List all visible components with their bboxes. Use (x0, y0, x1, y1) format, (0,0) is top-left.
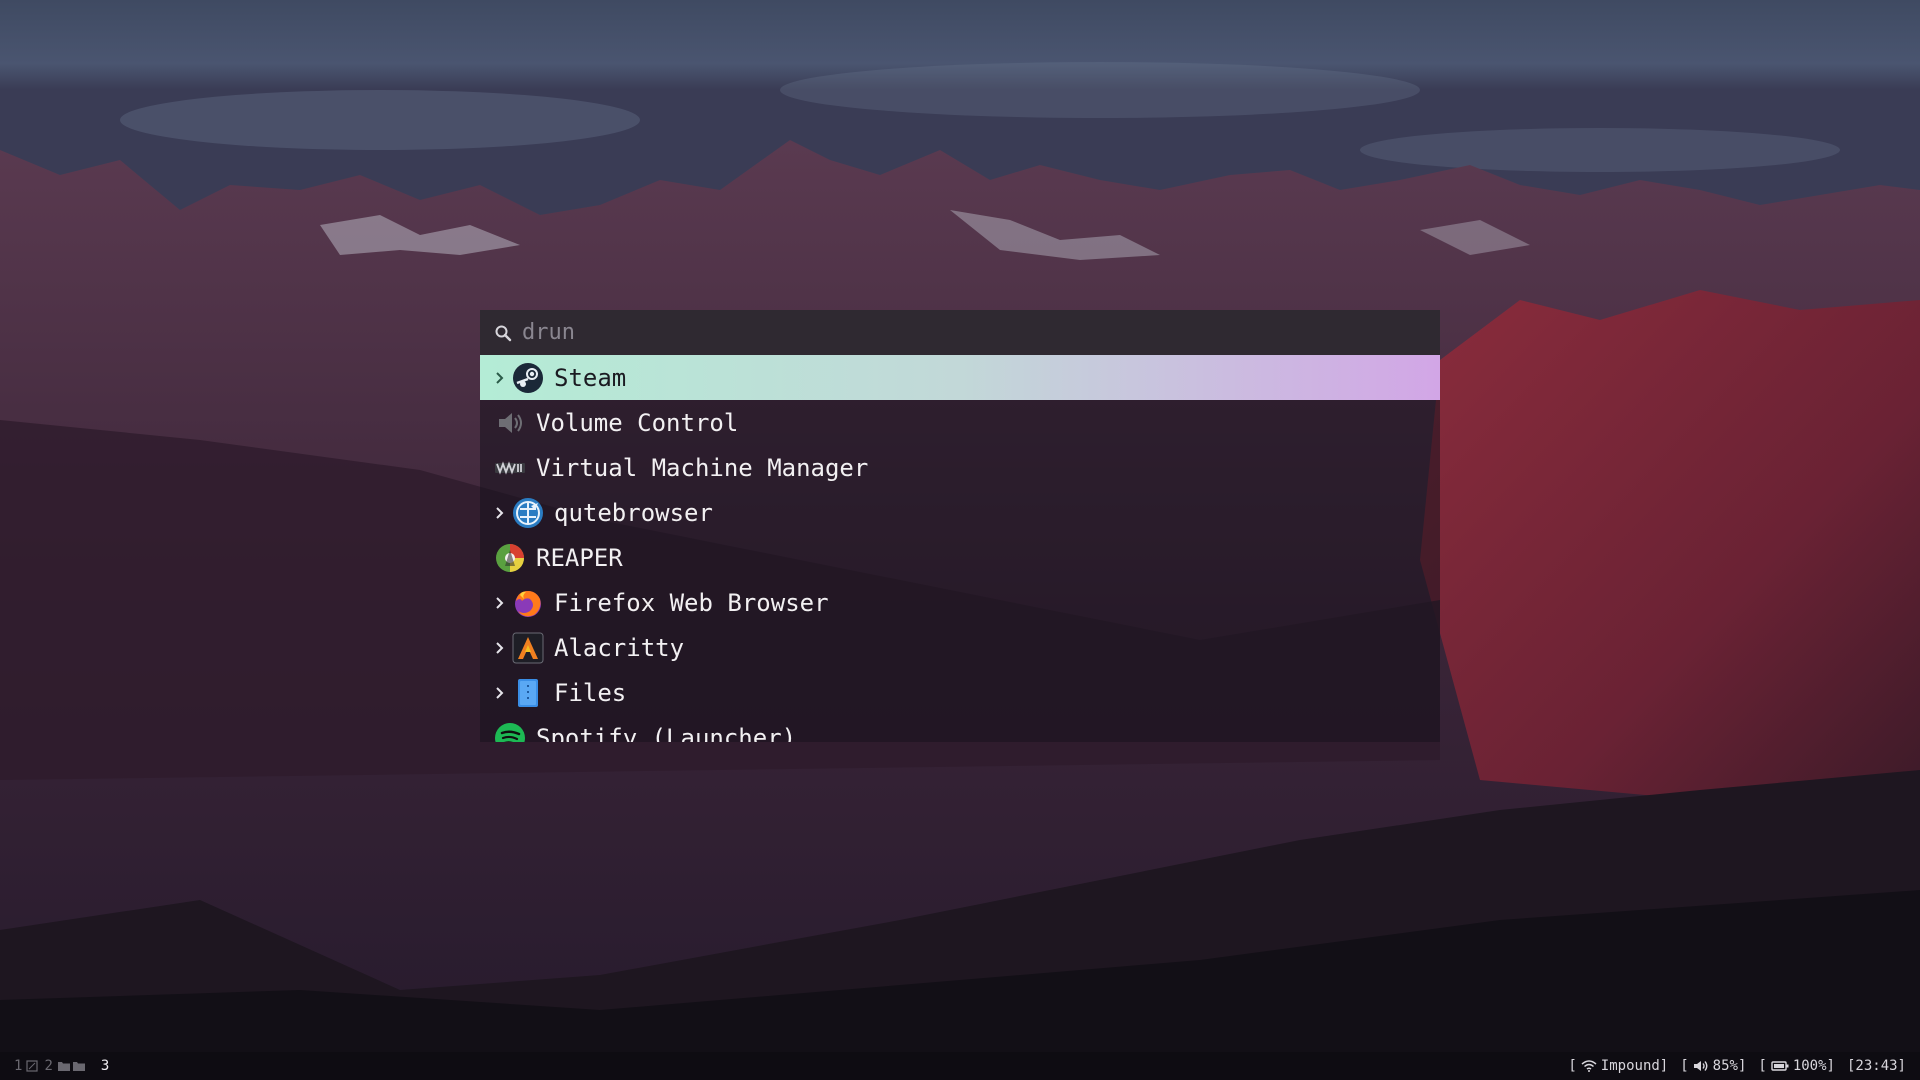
launcher-search-bar (480, 310, 1440, 355)
launcher-entry-label: REAPER (536, 543, 623, 572)
launcher-entry-steam[interactable]: Steam (480, 355, 1440, 400)
status-bar: 1 2 3 [Impound] [85%] [100%] [23:43] (0, 1052, 1920, 1080)
launcher-entry-firefox[interactable]: Firefox Web Browser (480, 580, 1440, 625)
speaker-icon (1693, 1061, 1708, 1071)
window-icon (26, 1060, 39, 1072)
battery-status[interactable]: [ 100%] (1758, 1058, 1835, 1074)
launcher-entry-label: Firefox Web Browser (554, 588, 829, 617)
launcher-entry-label: Spotify (Launcher) (536, 723, 797, 743)
launcher-entry-reaper[interactable]: REAPER (480, 535, 1440, 580)
clock-time: [23:43] (1846, 1058, 1906, 1074)
reaper-icon (496, 543, 524, 572)
launcher-entry-volume-control[interactable]: Volume Control (480, 400, 1440, 445)
desktop: Steam Volume Control (0, 0, 1920, 1080)
workspace-3[interactable]: 3 (101, 1058, 109, 1074)
launcher-entry-label: Steam (554, 363, 627, 392)
folder-icon (57, 1062, 85, 1071)
files-icon (518, 678, 538, 707)
chevron-right-icon[interactable] (492, 685, 508, 701)
chevron-right-icon[interactable] (492, 640, 508, 656)
steam-icon (513, 362, 543, 393)
qutebrowser-icon (513, 497, 543, 528)
volume-status[interactable]: [ 85%] (1680, 1058, 1746, 1074)
workspace-number: 3 (100, 1058, 110, 1074)
alacritty-icon (512, 632, 544, 663)
network-status[interactable]: [ Impound] (1568, 1058, 1668, 1074)
firefox-icon (515, 590, 541, 617)
launcher-entry-virtual-machine-manager[interactable]: Virtual Machine Manager (480, 445, 1440, 490)
launcher-search-input[interactable] (522, 320, 1440, 345)
volume-control-icon (499, 412, 522, 433)
status-indicators: [ Impound] [ 85%] [100%] [23:43] (1568, 1052, 1906, 1080)
launcher-entry-label: Volume Control (536, 408, 739, 437)
battery-icon (1771, 1061, 1789, 1071)
chevron-right-icon[interactable] (492, 370, 508, 386)
search-icon (495, 325, 512, 341)
virt-manager-icon (495, 460, 525, 475)
chevron-right-icon[interactable] (492, 505, 508, 521)
spotify-icon (495, 722, 525, 742)
launcher-entry-label: Virtual Machine Manager (536, 453, 869, 482)
volume-level: 85%] (1712, 1058, 1747, 1074)
workspace-number: 1 (14, 1058, 23, 1074)
network-name: Impound] (1600, 1058, 1669, 1074)
launcher-entry-label: qutebrowser (554, 498, 713, 527)
launcher-entry-label: Alacritty (554, 633, 685, 662)
chevron-right-icon[interactable] (492, 595, 508, 611)
workspace-number: 2 (44, 1058, 53, 1074)
wifi-icon (1581, 1060, 1597, 1072)
launcher-entry-qutebrowser[interactable]: qutebrowser (480, 490, 1440, 535)
workspace-2[interactable]: 2 (44, 1058, 86, 1074)
app-launcher: Steam Volume Control (480, 310, 1440, 742)
workspace-1[interactable]: 1 (14, 1058, 39, 1074)
clock[interactable]: [23:43] (1847, 1058, 1906, 1074)
workspace-list: 1 2 3 (14, 1052, 109, 1080)
launcher-entry-spotify[interactable]: Spotify (Launcher) (480, 715, 1440, 742)
launcher-entry-alacritty[interactable]: Alacritty (480, 625, 1440, 670)
launcher-entry-label: Files (554, 678, 627, 707)
launcher-entry-list: Steam Volume Control Virtual Machine Man… (480, 355, 1440, 742)
launcher-entry-files[interactable]: Files (480, 670, 1440, 715)
battery-level: 100%] (1792, 1058, 1835, 1074)
